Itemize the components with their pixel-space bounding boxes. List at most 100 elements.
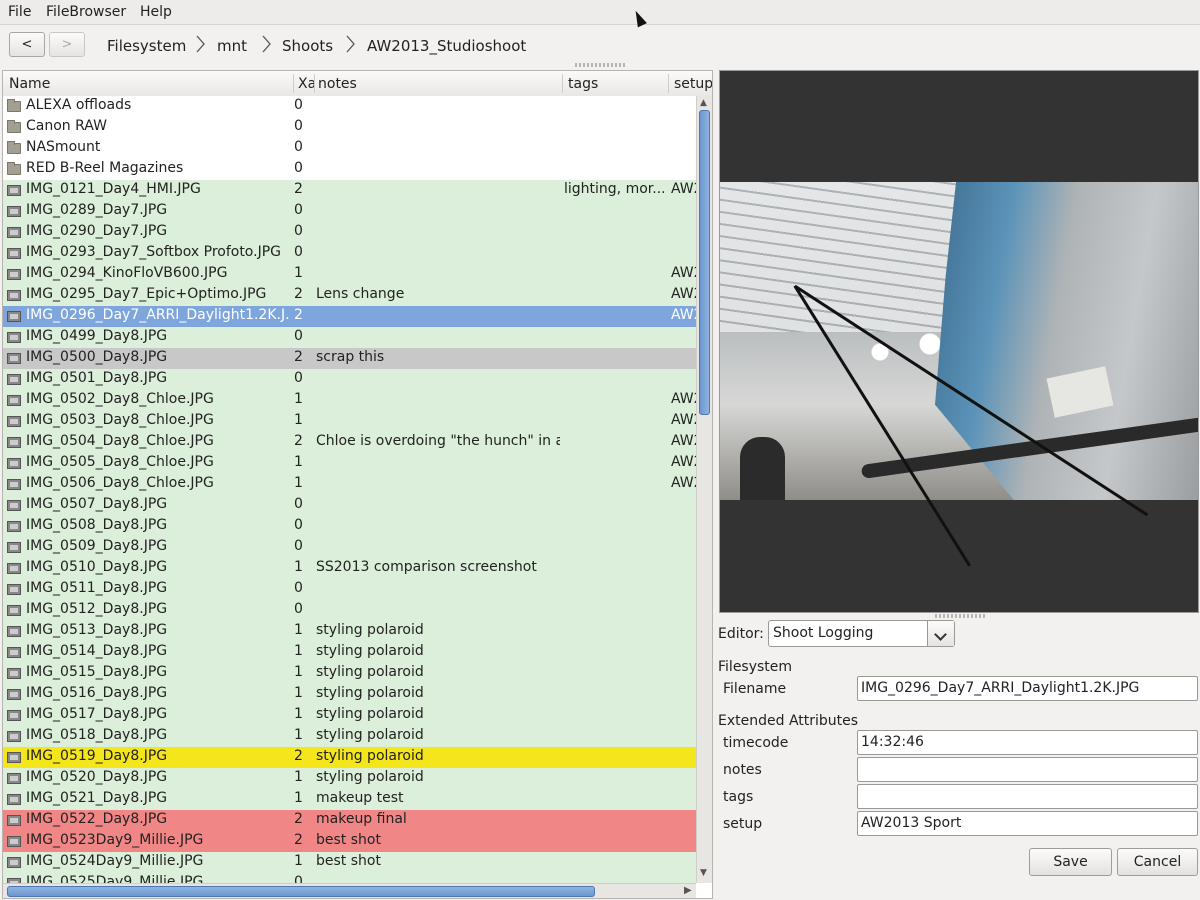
forward-button[interactable]: > (49, 32, 85, 57)
horizontal-scroll-thumb[interactable] (7, 886, 595, 897)
file-name: IMG_0500_Day8.JPG (26, 349, 168, 365)
splitter-grip[interactable] (935, 614, 985, 618)
file-row[interactable]: IMG_0500_Day8.JPG 2 scrap this (3, 348, 696, 369)
file-row[interactable]: IMG_0121_Day4_HMI.JPG 2 lighting, mor... AW… (3, 180, 696, 201)
breadcrumb-shoots[interactable]: Shoots (282, 37, 333, 55)
cancel-button[interactable]: Cancel (1117, 848, 1198, 876)
setup-field[interactable]: AW2013 Sport (857, 811, 1198, 836)
setup-cell: AW2 (671, 475, 696, 491)
file-row[interactable]: IMG_0296_Day7_ARRI_Daylight1.2K.J...2 AW2 (3, 306, 696, 327)
file-row[interactable]: IMG_0293_Day7_Softbox Profoto.JPG 0 (3, 243, 696, 264)
vertical-scroll-thumb[interactable] (699, 110, 710, 415)
file-row[interactable]: IMG_0511_Day8.JPG 0 (3, 579, 696, 600)
file-name: IMG_0290_Day7.JPG (26, 223, 168, 239)
xattr-count: 0 (294, 601, 303, 617)
file-row[interactable]: IMG_0525Day9_Millie.JPG 0 (3, 873, 696, 883)
image-file-icon (7, 311, 21, 322)
image-file-icon (7, 332, 21, 343)
file-row[interactable]: IMG_0294_KinoFloVB600.JPG 1 AW2 (3, 264, 696, 285)
breadcrumb-mnt[interactable]: mnt (217, 37, 247, 55)
horizontal-scrollbar[interactable]: ▶ (3, 883, 696, 898)
vertical-scrollbar[interactable]: ▲ ▼ (696, 96, 712, 883)
file-row[interactable]: IMG_0518_Day8.JPG 1 styling polaroid (3, 726, 696, 747)
setup-cell: AW2 (671, 412, 696, 428)
file-name: IMG_0524Day9_Millie.JPG (26, 853, 204, 869)
chevron-down-icon[interactable] (927, 621, 954, 646)
file-name: IMG_0505_Day8_Chloe.JPG (26, 454, 214, 470)
file-row[interactable]: IMG_0514_Day8.JPG 1 styling polaroid (3, 642, 696, 663)
file-row[interactable]: IMG_0506_Day8_Chloe.JPG 1 AW2 (3, 474, 696, 495)
file-row[interactable]: IMG_0504_Day8_Chloe.JPG 2 Chloe is overdoi… (3, 432, 696, 453)
folder-icon (7, 141, 21, 154)
image-file-icon (7, 857, 21, 868)
file-name: IMG_0517_Day8.JPG (26, 706, 168, 722)
xattr-count: 1 (294, 559, 303, 575)
xattr-count: 0 (294, 223, 303, 239)
folder-row[interactable]: NASmount 0 (3, 138, 696, 159)
timecode-field[interactable]: 14:32:46 (857, 730, 1198, 755)
scroll-right-icon[interactable]: ▶ (684, 885, 692, 896)
file-name: ALEXA offloads (26, 97, 132, 113)
filename-field[interactable]: IMG_0296_Day7_ARRI_Daylight1.2K.JPG (857, 676, 1198, 701)
folder-icon (7, 162, 21, 175)
scroll-up-icon[interactable]: ▲ (700, 98, 707, 108)
xattr-count: 0 (294, 874, 303, 883)
breadcrumb-filesystem[interactable]: Filesystem (107, 37, 186, 55)
xattr-count: 1 (294, 769, 303, 785)
scroll-down-icon[interactable]: ▼ (700, 868, 707, 878)
file-row[interactable]: IMG_0509_Day8.JPG 0 (3, 537, 696, 558)
file-row[interactable]: IMG_0517_Day8.JPG 1 styling polaroid (3, 705, 696, 726)
file-row[interactable]: IMG_0508_Day8.JPG 0 (3, 516, 696, 537)
file-row[interactable]: IMG_0290_Day7.JPG 0 (3, 222, 696, 243)
folder-row[interactable]: RED B-Reel Magazines 0 (3, 159, 696, 180)
file-row[interactable]: IMG_0505_Day8_Chloe.JPG 1 AW2 (3, 453, 696, 474)
file-name: IMG_0295_Day7_Epic+Optimo.JPG (26, 286, 267, 302)
image-file-icon (7, 710, 21, 721)
file-row[interactable]: IMG_0524Day9_Millie.JPG 1 best shot (3, 852, 696, 873)
file-row[interactable]: IMG_0520_Day8.JPG 1 styling polaroid (3, 768, 696, 789)
file-row[interactable]: IMG_0513_Day8.JPG 1 styling polaroid (3, 621, 696, 642)
column-header-name[interactable]: Name (9, 76, 50, 92)
column-header-notes[interactable]: notes (318, 76, 357, 92)
folder-row[interactable]: ALEXA offloads 0 (3, 96, 696, 117)
menu-help[interactable]: Help (140, 4, 172, 20)
file-row[interactable]: IMG_0503_Day8_Chloe.JPG 1 AW2 (3, 411, 696, 432)
tags-field[interactable] (857, 784, 1198, 809)
xattr-count: 1 (294, 412, 303, 428)
file-row[interactable]: IMG_0512_Day8.JPG 0 (3, 600, 696, 621)
xattr-count: 1 (294, 664, 303, 680)
file-row[interactable]: IMG_0522_Day8.JPG 2 makeup final (3, 810, 696, 831)
editor-select[interactable]: Shoot Logging (768, 620, 955, 647)
file-row[interactable]: IMG_0289_Day7.JPG 0 (3, 201, 696, 222)
file-row[interactable]: IMG_0519_Day8.JPG 2 styling polaroid (3, 747, 696, 768)
file-row[interactable]: IMG_0516_Day8.JPG 1 styling polaroid (3, 684, 696, 705)
back-button[interactable]: < (9, 32, 45, 57)
setup-cell: AW2 (671, 454, 696, 470)
file-row[interactable]: IMG_0507_Day8.JPG 0 (3, 495, 696, 516)
notes-field[interactable] (857, 757, 1198, 782)
file-row[interactable]: IMG_0501_Day8.JPG 0 (3, 369, 696, 390)
file-name: Canon RAW (26, 118, 107, 134)
file-row[interactable]: IMG_0521_Day8.JPG 1 makeup test (3, 789, 696, 810)
file-row[interactable]: IMG_0523Day9_Millie.JPG 2 best shot (3, 831, 696, 852)
folder-row[interactable]: Canon RAW 0 (3, 117, 696, 138)
file-row[interactable]: IMG_0295_Day7_Epic+Optimo.JPG 2 Lens chang… (3, 285, 696, 306)
splitter-grip[interactable] (575, 63, 625, 67)
image-file-icon (7, 500, 21, 511)
file-row[interactable]: IMG_0502_Day8_Chloe.JPG 1 AW2 (3, 390, 696, 411)
menu-file[interactable]: File (8, 4, 31, 20)
file-row[interactable]: IMG_0499_Day8.JPG 0 (3, 327, 696, 348)
notes-cell: best shot (316, 853, 381, 869)
xattr-count: 2 (294, 433, 303, 449)
notes-cell: Lens change (316, 286, 405, 302)
file-row[interactable]: IMG_0510_Day8.JPG 1 SS2013 comparison scre… (3, 558, 696, 579)
file-row[interactable]: IMG_0515_Day8.JPG 1 styling polaroid (3, 663, 696, 684)
timecode-label: timecode (723, 735, 789, 751)
save-button[interactable]: Save (1029, 848, 1112, 876)
xattr-count: 0 (294, 244, 303, 260)
breadcrumb-aw2013-studioshoot[interactable]: AW2013_Studioshoot (367, 37, 526, 55)
xattr-count: 2 (294, 307, 303, 323)
column-header-tags[interactable]: tags (568, 76, 598, 92)
menu-filebrowser[interactable]: FileBrowser (46, 4, 126, 20)
column-header-setup[interactable]: setup (674, 76, 712, 92)
